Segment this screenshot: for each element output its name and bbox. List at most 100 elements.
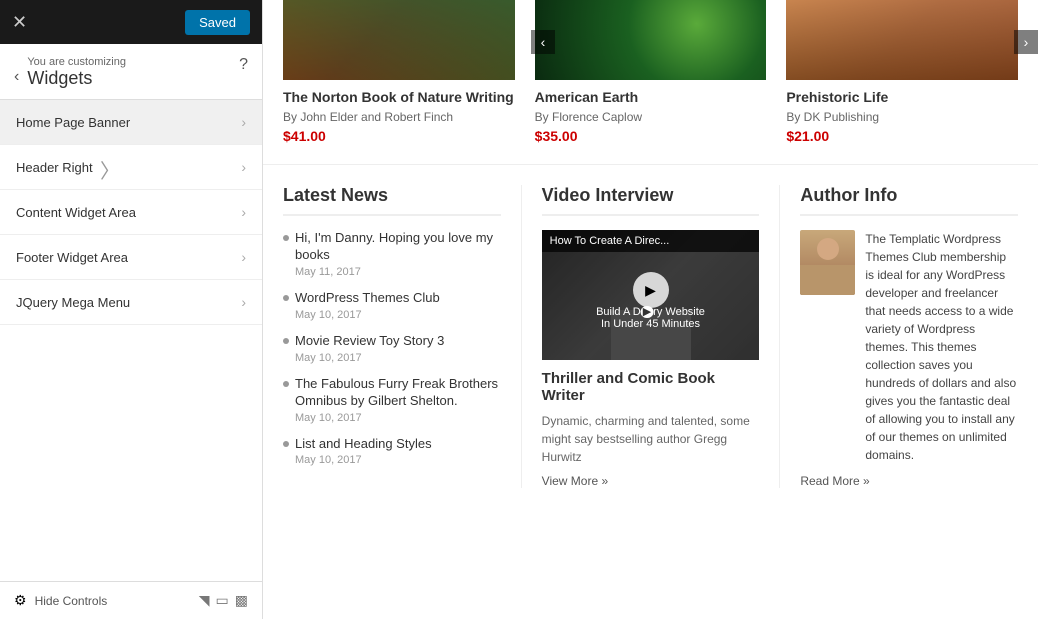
book-author: By John Elder and Robert Finch	[283, 110, 515, 124]
help-button[interactable]: ?	[239, 56, 248, 74]
news-item-title[interactable]: List and Heading Styles	[295, 436, 432, 453]
back-arrow[interactable]: ‹	[14, 68, 19, 86]
news-bullet-icon	[283, 338, 289, 344]
video-overlay: How To Create A Direc... ▶ Build A D▶ry …	[542, 230, 760, 360]
book-author: By Florence Caplow	[535, 110, 767, 124]
chevron-right-icon: ›	[241, 204, 246, 220]
chevron-right-icon: ›	[241, 114, 246, 130]
right-content: ‹ The Norton Book of Nature Writing By J…	[263, 0, 1038, 619]
book-price: $21.00	[786, 128, 1018, 144]
news-item-title[interactable]: The Fabulous Furry Freak Brothers Omnibu…	[295, 376, 501, 410]
news-item: List and Heading Styles May 10, 2017	[283, 436, 501, 467]
author-info-column: Author Info The Templatic Wordpress Them…	[780, 185, 1018, 488]
view-icons: ◥ ▭ ▩	[199, 592, 248, 609]
video-interview-title: Video Interview	[542, 185, 760, 216]
mobile-view-icon[interactable]: ▩	[235, 592, 248, 609]
hide-controls-button[interactable]: Hide Controls	[35, 594, 108, 608]
sidebar-item-header-right[interactable]: Header Right 〉 ›	[0, 145, 262, 190]
chevron-right-icon: ›	[241, 159, 246, 175]
sidebar-item-footer-widget-area[interactable]: Footer Widget Area ›	[0, 235, 262, 280]
news-item-date: May 10, 2017	[295, 352, 444, 364]
news-bullet-icon	[283, 441, 289, 447]
news-item-title[interactable]: Hi, I'm Danny. Hoping you love my books	[295, 230, 501, 264]
author-header: The Templatic Wordpress Themes Club memb…	[800, 230, 1018, 464]
book-cover-2	[535, 0, 767, 80]
news-content: Hi, I'm Danny. Hoping you love my books …	[295, 230, 501, 278]
books-row: ‹ The Norton Book of Nature Writing By J…	[263, 0, 1038, 165]
customizing-info: ‹ You are customizing Widgets ?	[0, 44, 262, 100]
news-item-date: May 10, 2017	[295, 309, 440, 321]
news-item: Hi, I'm Danny. Hoping you love my books …	[283, 230, 501, 278]
bottom-bar: ⚙ Hide Controls ◥ ▭ ▩	[0, 581, 262, 619]
news-item-title[interactable]: WordPress Themes Club	[295, 290, 440, 307]
video-interview-column: Video Interview How To Create A Direc...…	[522, 185, 781, 488]
you-are-label: You are customizing	[27, 56, 239, 68]
news-item-title[interactable]: Movie Review Toy Story 3	[295, 333, 444, 350]
desktop-view-icon[interactable]: ◥	[199, 592, 210, 609]
chevron-right-icon: ›	[241, 249, 246, 265]
news-item: WordPress Themes Club May 10, 2017	[283, 290, 501, 321]
video-description: Dynamic, charming and talented, some mig…	[542, 412, 760, 466]
close-button[interactable]: ✕	[12, 13, 27, 31]
news-item-date: May 10, 2017	[295, 412, 501, 424]
sidebar-item-label: Content Widget Area	[16, 205, 136, 220]
book-item: The Norton Book of Nature Writing By Joh…	[283, 0, 515, 144]
chevron-right-icon: ›	[241, 294, 246, 310]
top-bar: ✕ Saved	[0, 0, 262, 44]
customizing-text-block: You are customizing Widgets	[27, 56, 239, 89]
left-panel: ✕ Saved ‹ You are customizing Widgets ? …	[0, 0, 263, 619]
news-list: Hi, I'm Danny. Hoping you love my books …	[283, 230, 501, 466]
book-title: American Earth	[535, 88, 767, 106]
author-info-title: Author Info	[800, 185, 1018, 216]
news-bullet-icon	[283, 295, 289, 301]
news-item: The Fabulous Furry Freak Brothers Omnibu…	[283, 376, 501, 424]
news-item: Movie Review Toy Story 3 May 10, 2017	[283, 333, 501, 364]
sidebar-item-jquery-mega-menu[interactable]: JQuery Mega Menu ›	[0, 280, 262, 325]
video-title-bar: How To Create A Direc...	[542, 230, 760, 252]
sidebar-item-label: JQuery Mega Menu	[16, 295, 130, 310]
news-content: List and Heading Styles May 10, 2017	[295, 436, 432, 467]
book-title: The Norton Book of Nature Writing	[283, 88, 515, 106]
latest-news-column: Latest News Hi, I'm Danny. Hoping you lo…	[283, 185, 522, 488]
view-more-link[interactable]: View More »	[542, 474, 760, 488]
news-item-date: May 11, 2017	[295, 266, 501, 278]
video-play-button[interactable]: ▶	[633, 272, 669, 308]
book-item: Prehistoric Life By DK Publishing $21.00	[786, 0, 1018, 144]
news-bullet-icon	[283, 235, 289, 241]
sidebar-item-label: Footer Widget Area	[16, 250, 128, 265]
video-subtitle: Build A D▶ry Website In Under 45 Minutes	[596, 305, 705, 330]
sidebar-item-content-widget-area[interactable]: Content Widget Area ›	[0, 190, 262, 235]
three-columns-section: Latest News Hi, I'm Danny. Hoping you lo…	[263, 165, 1038, 508]
gear-icon: ⚙	[14, 592, 27, 609]
news-content: WordPress Themes Club May 10, 2017	[295, 290, 440, 321]
news-item-date: May 10, 2017	[295, 454, 432, 466]
video-subtitle-line2: In Under 45 Minutes	[596, 318, 705, 330]
saved-button[interactable]: Saved	[185, 10, 250, 35]
tablet-view-icon[interactable]: ▭	[216, 592, 229, 609]
news-content: Movie Review Toy Story 3 May 10, 2017	[295, 333, 444, 364]
news-bullet-icon	[283, 381, 289, 387]
books-next-arrow[interactable]: ›	[1014, 30, 1038, 54]
sidebar-item-label: Home Page Banner	[16, 115, 130, 130]
book-author: By DK Publishing	[786, 110, 1018, 124]
widgets-title: Widgets	[27, 68, 239, 89]
author-avatar	[800, 230, 855, 295]
news-content: The Fabulous Furry Freak Brothers Omnibu…	[295, 376, 501, 424]
video-thumbnail[interactable]: How To Create A Direc... ▶ Build A D▶ry …	[542, 230, 760, 360]
nav-list: Home Page Banner › Header Right 〉 › Cont…	[0, 100, 262, 325]
video-interview-subject-title: Thriller and Comic Book Writer	[542, 370, 760, 404]
sidebar-item-home-page-banner[interactable]: Home Page Banner ›	[0, 100, 262, 145]
read-more-link[interactable]: Read More »	[800, 474, 1018, 488]
video-subtitle-line1: Build A D▶ry Website	[596, 305, 705, 318]
book-item: American Earth By Florence Caplow $35.00	[535, 0, 767, 144]
cursor-icon: 〉	[100, 155, 120, 184]
book-price: $35.00	[535, 128, 767, 144]
book-cover-3	[786, 0, 1018, 80]
book-cover-1	[283, 0, 515, 80]
book-title: Prehistoric Life	[786, 88, 1018, 106]
books-prev-arrow[interactable]: ‹	[531, 30, 555, 54]
sidebar-item-label: Header Right	[16, 160, 93, 175]
author-bio-text: The Templatic Wordpress Themes Club memb…	[865, 230, 1018, 464]
book-price: $41.00	[283, 128, 515, 144]
latest-news-title: Latest News	[283, 185, 501, 216]
